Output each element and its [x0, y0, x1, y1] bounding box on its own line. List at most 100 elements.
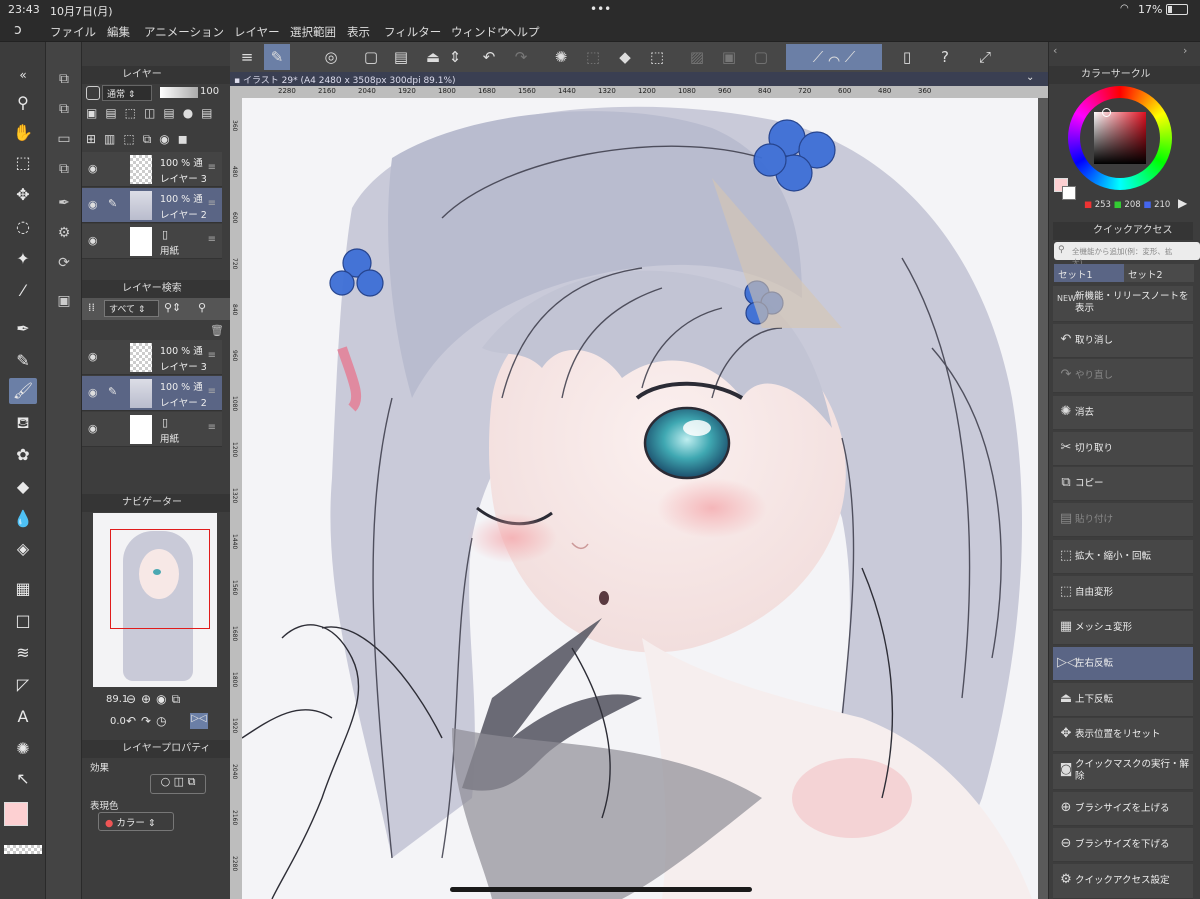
- transform-icon[interactable]: ⬚: [644, 44, 670, 70]
- menu-view[interactable]: 表示: [347, 24, 370, 40]
- menu-filter[interactable]: フィルター: [384, 24, 441, 40]
- save-options-icon[interactable]: ⇕: [442, 44, 468, 70]
- menu-help[interactable]: ヘルプ: [505, 24, 540, 40]
- fill-tool-icon[interactable]: ◈: [9, 536, 37, 562]
- clear-icon[interactable]: ✺: [548, 44, 574, 70]
- qa-free-transform[interactable]: ⬚ 自由変形: [1053, 576, 1193, 610]
- opacity-value[interactable]: 100: [200, 86, 219, 97]
- menu-icon[interactable]: ≡: [234, 44, 260, 70]
- balloon-tool-icon[interactable]: ✺: [9, 736, 37, 762]
- deselect-icon[interactable]: ▨: [684, 44, 710, 70]
- layer-toolbar-icons[interactable]: ▣▤⬚◫▤●▤: [86, 106, 221, 120]
- layer-row[interactable]: ◉ ▯ 用紙 ≡: [82, 224, 222, 259]
- layer-menu-icon[interactable]: ≡: [208, 386, 216, 397]
- qa-flip-vertical[interactable]: ⏏ 上下反転: [1053, 683, 1193, 717]
- zoom-controls-icons[interactable]: ⊖⊕◉⧉: [126, 692, 185, 707]
- frame-tool-icon[interactable]: ◸: [9, 672, 37, 698]
- transparent-color-swatch[interactable]: [4, 845, 42, 854]
- opacity-slider[interactable]: [160, 87, 198, 98]
- angle-value[interactable]: 0.0: [110, 716, 126, 727]
- canvas-tab[interactable]: ▪ イラスト 29* (A4 2480 x 3508px 300dpi 89.1…: [234, 73, 456, 86]
- expression-color-select[interactable]: ● カラー ⇕: [98, 812, 174, 831]
- layer-menu-icon[interactable]: ≡: [208, 162, 216, 173]
- layer-row[interactable]: ◉ 100 % 通 レイヤー 3 ≡: [82, 152, 222, 187]
- qa-clear[interactable]: ✺ 消去: [1053, 396, 1193, 430]
- figure-tool-icon[interactable]: □: [9, 608, 37, 634]
- navigator-icon[interactable]: ▭: [51, 126, 77, 152]
- qa-brush-size-down[interactable]: ⊖ ブラシサイズを下げる: [1053, 828, 1193, 862]
- filter-select[interactable]: すべて ⇕: [104, 300, 159, 317]
- layer-panel-icon[interactable]: ⧉: [51, 66, 77, 92]
- eye-icon[interactable]: ◉: [88, 386, 98, 399]
- qa-quick-mask[interactable]: ◙ クイックマスクの実行・解除: [1053, 754, 1193, 790]
- eye-icon[interactable]: ◉: [88, 198, 98, 211]
- search-option-icon[interactable]: ⚲⇕: [164, 301, 181, 314]
- layer-menu-icon[interactable]: ≡: [208, 234, 216, 245]
- menu-selection[interactable]: 選択範囲: [290, 24, 336, 40]
- navigator-preview[interactable]: [93, 513, 217, 687]
- layer-search-icon[interactable]: ⧉: [51, 96, 77, 122]
- eye-icon[interactable]: ◉: [88, 234, 98, 247]
- saturation-square[interactable]: [1094, 112, 1146, 164]
- qa-release-notes[interactable]: NEW 新機能・リリースノートを表示: [1053, 286, 1193, 322]
- layer-color-icon[interactable]: [86, 86, 100, 100]
- filter-icon[interactable]: ⁞⁞: [88, 301, 95, 314]
- drawing-canvas[interactable]: [242, 98, 1038, 899]
- menu-layer[interactable]: レイヤー: [234, 24, 280, 40]
- decoration-tool-icon[interactable]: ✿: [9, 442, 37, 468]
- eye-icon[interactable]: ◉: [88, 422, 98, 435]
- qa-reset-view[interactable]: ✥ 表示位置をリセット: [1053, 718, 1193, 752]
- main-color-swatch[interactable]: [4, 802, 28, 826]
- redo-icon[interactable]: ↷: [508, 44, 534, 70]
- text-tool-icon[interactable]: A: [9, 704, 37, 730]
- layer-property-icon[interactable]: ⧉: [51, 156, 77, 182]
- navigator-view-frame[interactable]: [110, 529, 210, 629]
- operation-tool-icon[interactable]: ⬚: [9, 150, 37, 176]
- color-picker-cursor[interactable]: [1102, 108, 1111, 117]
- expand-right-icon[interactable]: ›: [1183, 44, 1187, 57]
- fullscreen-icon[interactable]: ⤢: [972, 44, 998, 70]
- layer-row-selected[interactable]: ◉ ✎ 100 % 通 レイヤー 2 ≡: [82, 188, 222, 223]
- search-layer-row[interactable]: ◉ ▯ 用紙 ≡: [82, 412, 222, 447]
- eraser-tool-icon[interactable]: ◆: [9, 474, 37, 500]
- pen-tool-icon[interactable]: ✒: [9, 316, 37, 342]
- multitask-dots[interactable]: •••: [590, 2, 611, 16]
- qa-flip-horizontal[interactable]: ▷◁ 左右反転: [1053, 647, 1193, 681]
- effect-buttons[interactable]: ○ ◫ ⧉: [150, 774, 206, 794]
- qa-undo[interactable]: ↶ 取り消し: [1053, 324, 1193, 358]
- menu-animation[interactable]: アニメーション: [144, 24, 224, 40]
- layer-actions-icons[interactable]: ⊞▥⬚⧉◉◼: [86, 132, 196, 147]
- collapse-left-icon[interactable]: «: [9, 62, 37, 88]
- menu-edit[interactable]: 編集: [107, 24, 130, 40]
- layer-menu-icon[interactable]: ≡: [208, 422, 216, 433]
- device-icon[interactable]: ▯: [894, 44, 920, 70]
- magic-wand-tool-icon[interactable]: ✦: [9, 246, 37, 272]
- airbrush-tool-icon[interactable]: ⛾: [9, 410, 37, 436]
- help-icon[interactable]: ?: [932, 44, 958, 70]
- qa-redo[interactable]: ↷ やり直し: [1053, 359, 1193, 393]
- hue-ring[interactable]: [1068, 86, 1172, 190]
- snap-toggles[interactable]: ⟋ ⌒ ⟋: [786, 44, 882, 70]
- spiral-icon[interactable]: ◎: [318, 44, 344, 70]
- qa-copy[interactable]: ⧉ コピー: [1053, 467, 1193, 501]
- zoom-tool-icon[interactable]: ⚲: [9, 90, 37, 116]
- color-mode-icon[interactable]: ▶: [1178, 196, 1187, 210]
- eyedropper-tool-icon[interactable]: ⁄: [9, 278, 37, 304]
- invert-selection-icon[interactable]: ▣: [716, 44, 742, 70]
- subtool-settings-icon[interactable]: ⚙: [51, 220, 77, 246]
- undo-icon[interactable]: ↶: [476, 44, 502, 70]
- show-selection-icon[interactable]: ▢: [748, 44, 774, 70]
- set-1-tab[interactable]: セット1: [1054, 264, 1124, 282]
- brush-tool-icon[interactable]: 🖌: [9, 378, 37, 404]
- clear-outside-icon[interactable]: ⬚: [580, 44, 606, 70]
- collapse-right-icon[interactable]: ‹: [1053, 44, 1057, 57]
- eye-icon[interactable]: ◉: [88, 162, 98, 175]
- search-option2-icon[interactable]: ⚲: [198, 301, 206, 314]
- chevron-down-icon[interactable]: ⌄: [1026, 72, 1034, 83]
- search-layer-row[interactable]: ◉ 100 % 通 レイヤー 3 ≡: [82, 340, 222, 375]
- qa-brush-size-up[interactable]: ⊕ ブラシサイズを上げる: [1053, 792, 1193, 826]
- quick-access-search[interactable]: 全機能から追加(例：変形、拡大): [1054, 242, 1200, 267]
- blend-tool-icon[interactable]: 💧: [9, 506, 37, 532]
- blend-mode-select[interactable]: 通常 ⇕: [102, 85, 152, 101]
- sub-color-swatch-small[interactable]: [1062, 186, 1076, 200]
